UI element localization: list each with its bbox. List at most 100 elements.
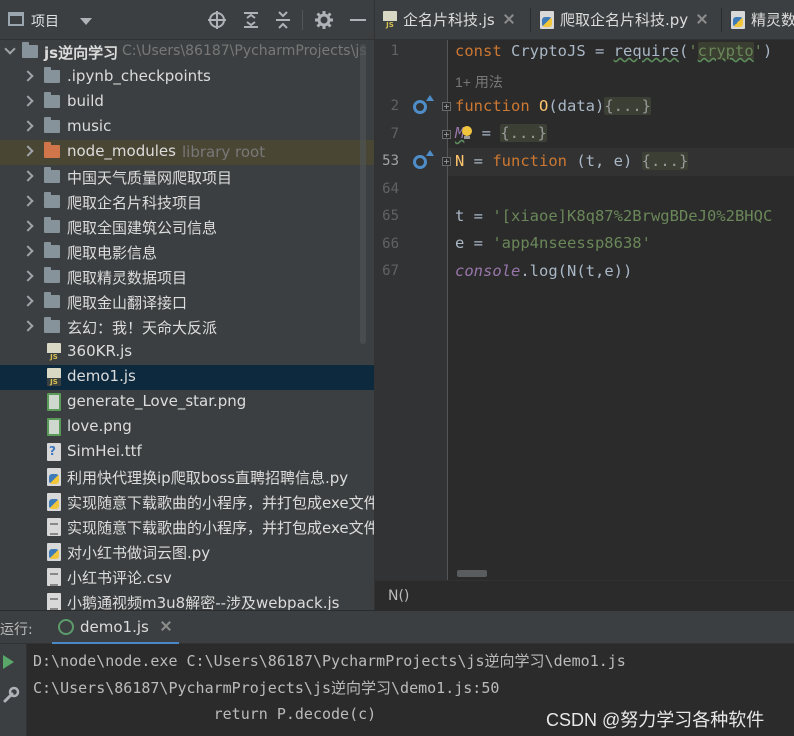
tree-item-label: 玄幻：我！天命大反派: [67, 319, 218, 337]
fold-expand-icon[interactable]: [442, 157, 451, 166]
tree-item[interactable]: js逆向学习 C:\Users\86187\PycharmProjects\js: [0, 40, 374, 65]
code-token: ': [753, 42, 764, 60]
tree-item[interactable]: 实现随意下载歌曲的小程序，并打包成exe文件: [0, 515, 374, 540]
tree-item-label: 实现随意下载歌曲的小程序，并打包成exe文件: [67, 494, 374, 512]
folder-icon: [44, 242, 60, 258]
wrench-icon[interactable]: [2, 686, 20, 704]
tree-item[interactable]: 小红书评论.csv: [0, 565, 374, 590]
usage-hint[interactable]: 1+ 用法: [455, 72, 503, 92]
breadcrumb-item[interactable]: N(): [388, 588, 409, 604]
chevron-right-icon[interactable]: [22, 95, 34, 107]
fold-expand-icon[interactable]: [442, 130, 451, 139]
implementation-marker-icon[interactable]: [413, 150, 434, 169]
folded-region[interactable]: {...}: [604, 97, 652, 115]
tree-item-label: .ipynb_checkpoints: [67, 67, 211, 85]
tree-item[interactable]: 爬取全国建筑公司信息: [0, 215, 374, 240]
tab-scrape-qimingpian-py[interactable]: 爬取企名片科技.py: [532, 0, 707, 39]
line-number: 65: [382, 208, 399, 224]
tab-qimingpian-js[interactable]: 企名片科技.js: [375, 0, 514, 39]
tree-item-label: 对小红书做词云图.py: [67, 544, 211, 562]
code-token: (: [678, 42, 689, 60]
close-icon[interactable]: [697, 14, 707, 24]
fold-expand-icon[interactable]: [442, 102, 451, 111]
folded-region[interactable]: {...}: [500, 124, 548, 142]
chevron-right-icon[interactable]: [22, 170, 34, 182]
tree-item[interactable]: build: [0, 90, 374, 115]
chevron-down-icon[interactable]: [4, 43, 16, 55]
python-file-icon: [540, 11, 554, 29]
tree-item[interactable]: demo1.js: [0, 365, 374, 390]
python-file-icon: [47, 543, 61, 561]
console-line: return P.decode(c): [33, 705, 377, 723]
chevron-down-icon[interactable]: [80, 18, 92, 25]
chevron-right-icon[interactable]: [22, 270, 34, 282]
chevron-right-icon[interactable]: [22, 120, 34, 132]
line-number: 53: [382, 153, 399, 169]
chevron-right-icon[interactable]: [22, 295, 34, 307]
tree-item[interactable]: 爬取精灵数据项目: [0, 265, 374, 290]
chevron-right-icon[interactable]: [22, 220, 34, 232]
tree-item-label: build: [67, 92, 104, 110]
tab-label: 企名片科技.js: [403, 11, 495, 29]
tree-item-label: demo1.js: [67, 367, 136, 385]
code-line-66[interactable]: e = 'app4nseessp8638': [455, 234, 651, 252]
horizontal-scrollbar[interactable]: [457, 570, 487, 577]
code-line-65[interactable]: t = '[xiaoe]K8q87%2BrwgBDeJ0%2BHQC: [455, 207, 772, 225]
tree-item[interactable]: 对小红书做词云图.py: [0, 540, 374, 565]
run-tab-label: demo1.js: [80, 618, 149, 636]
locate-icon[interactable]: [207, 10, 227, 30]
project-scrollbar[interactable]: [360, 44, 366, 344]
project-title[interactable]: 项目: [31, 11, 59, 31]
code-line-2[interactable]: function O(data){...}: [455, 97, 652, 115]
tab-jingling[interactable]: 精灵数: [723, 0, 794, 39]
minimize-icon[interactable]: [348, 10, 368, 30]
tree-item[interactable]: 利用快代理换ip爬取boss直聘招聘信息.py: [0, 465, 374, 490]
chevron-right-icon[interactable]: [22, 70, 34, 82]
js-file-icon: [47, 343, 61, 361]
chevron-right-icon[interactable]: [22, 195, 34, 207]
tree-item[interactable]: 爬取电影信息: [0, 240, 374, 265]
collapse-all-icon[interactable]: [273, 10, 293, 30]
image-file-icon: [47, 418, 61, 436]
chevron-right-icon[interactable]: [22, 145, 34, 157]
run-icon[interactable]: [3, 655, 14, 669]
folded-region[interactable]: {...}: [641, 152, 689, 170]
tree-item[interactable]: generate_Love_star.png: [0, 390, 374, 415]
code-line-53[interactable]: N = function (t, e) {...}: [455, 152, 689, 170]
folder-icon: [22, 42, 38, 58]
gear-icon[interactable]: [314, 10, 334, 30]
tree-item[interactable]: node_modules library root: [0, 140, 374, 165]
tree-item[interactable]: love.png: [0, 415, 374, 440]
tree-item[interactable]: 玄幻：我！天命大反派: [0, 315, 374, 340]
chevron-right-icon[interactable]: [22, 320, 34, 332]
folder-icon: [44, 317, 60, 333]
tree-item[interactable]: 360KR.js: [0, 340, 374, 365]
tree-item[interactable]: 中国天气质量网爬取项目: [0, 165, 374, 190]
close-icon[interactable]: [161, 621, 171, 631]
code-line-7[interactable]: M = {...}: [455, 124, 548, 142]
tree-item[interactable]: 小鹅通视频m3u8解密--涉及webpack.js: [0, 590, 374, 610]
tree-item[interactable]: .ipynb_checkpoints: [0, 65, 374, 90]
code-line-1[interactable]: const CryptoJS = require('crypto'): [455, 42, 772, 60]
tree-item[interactable]: music: [0, 115, 374, 140]
expand-all-icon[interactable]: [241, 10, 261, 30]
line-number: 66: [382, 236, 399, 252]
tree-item-label: 利用快代理换ip爬取boss直聘招聘信息.py: [67, 469, 349, 487]
project-window-icon: [8, 12, 24, 26]
run-tab-demo1[interactable]: demo1.js: [52, 611, 179, 645]
tab-divider: [530, 8, 531, 32]
implementation-marker-icon[interactable]: [413, 95, 434, 114]
tree-item[interactable]: 爬取金山翻译接口: [0, 290, 374, 315]
console-line: D:\node\node.exe C:\Users\86187\PycharmP…: [33, 652, 626, 670]
tree-item[interactable]: SimHei.ttf: [0, 440, 374, 465]
code-token: require: [613, 42, 679, 60]
tree-item-label: 爬取精灵数据项目: [67, 269, 188, 287]
tree-item[interactable]: 爬取企名片科技项目: [0, 190, 374, 215]
tree-item[interactable]: 实现随意下载歌曲的小程序，并打包成exe文件: [0, 490, 374, 515]
lightbulb-icon[interactable]: [461, 126, 473, 140]
code-token: const: [455, 42, 511, 60]
chevron-right-icon[interactable]: [22, 245, 34, 257]
close-icon[interactable]: [504, 14, 514, 24]
tab-label: 爬取企名片科技.py: [560, 11, 689, 29]
code-line-67[interactable]: console.log(N(t,e)): [455, 262, 632, 280]
